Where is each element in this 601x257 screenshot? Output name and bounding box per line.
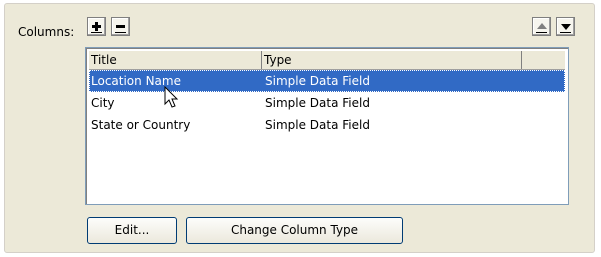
change-column-type-button[interactable]: Change Column Type: [186, 217, 403, 244]
row-type: Simple Data Field: [265, 96, 370, 110]
header-type[interactable]: Type: [262, 51, 522, 69]
move-down-button[interactable]: [556, 17, 575, 36]
columns-label: Columns:: [18, 25, 75, 39]
table-row[interactable]: Location Name Simple Data Field: [89, 70, 565, 92]
mouse-pointer-icon: [164, 86, 179, 108]
row-title: State or Country: [91, 118, 191, 132]
arrow-down-icon: [561, 24, 571, 30]
arrow-up-icon: [537, 23, 547, 29]
header-title[interactable]: Title: [89, 51, 262, 69]
move-up-button[interactable]: [532, 17, 551, 36]
columns-list[interactable]: Title Type Location Name Simple Data Fie…: [85, 47, 569, 205]
edit-button[interactable]: Edit...: [87, 217, 177, 244]
table-row[interactable]: State or Country Simple Data Field: [89, 114, 565, 136]
row-title: City: [91, 96, 115, 110]
columns-panel: Columns: Title Type Location Name Simple…: [4, 3, 595, 253]
list-header: Title Type: [89, 51, 565, 70]
row-type: Simple Data Field: [265, 118, 370, 132]
add-column-button[interactable]: [87, 17, 106, 36]
row-type: Simple Data Field: [265, 74, 370, 88]
table-row[interactable]: City Simple Data Field: [89, 92, 565, 114]
remove-column-button[interactable]: [111, 17, 130, 36]
